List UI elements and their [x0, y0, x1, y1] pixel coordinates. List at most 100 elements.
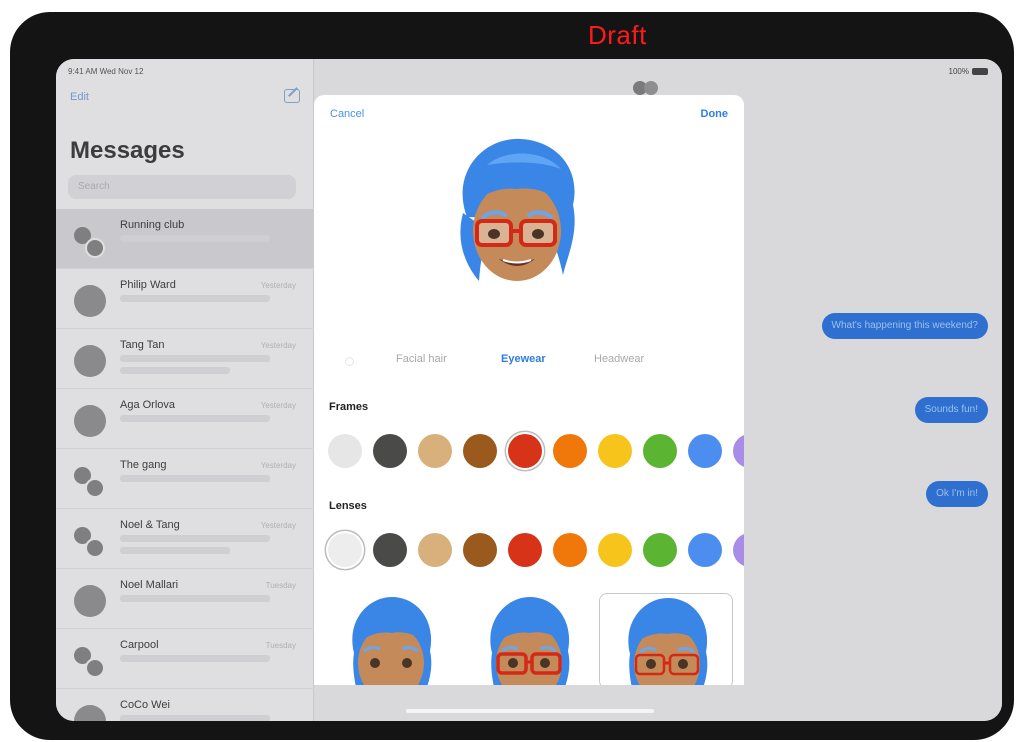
group-avatar [74, 525, 106, 558]
lens-color-swatch[interactable] [733, 533, 744, 567]
memoji-thumbnail [628, 598, 708, 685]
conversation-list-item[interactable]: Carpool Tuesday [56, 629, 314, 689]
conversation-preview [120, 655, 270, 662]
conversation-name: CoCo Wei [120, 699, 170, 711]
conversation-name: Philip Ward [120, 279, 176, 291]
draft-watermark: Draft [588, 20, 647, 50]
lens-color-swatch[interactable] [643, 533, 677, 567]
lens-color-swatch[interactable] [508, 533, 542, 567]
done-button[interactable]: Done [701, 108, 729, 120]
memoji-preview-large [460, 138, 575, 281]
cancel-button[interactable]: Cancel [330, 108, 364, 120]
frames-label: Frames [329, 401, 369, 413]
conversation-preview [120, 535, 270, 554]
search-input[interactable]: Search [68, 175, 296, 199]
frame-color-swatch[interactable] [418, 434, 452, 468]
memoji-thumbnail [490, 597, 570, 685]
battery-percent: 100% [948, 67, 969, 76]
message-bubble[interactable]: Sounds fun! [914, 397, 988, 423]
conversation-name: Aga Orlova [120, 399, 176, 411]
page-title: Messages [70, 137, 185, 164]
lens-color-swatch[interactable] [418, 533, 452, 567]
tab-eyewear[interactable]: Eyewear [501, 353, 546, 365]
frame-color-swatch[interactable] [598, 434, 632, 468]
conversation-preview [120, 415, 270, 422]
lens-color-swatch[interactable] [463, 533, 497, 567]
frame-color-swatch[interactable] [328, 434, 362, 468]
memoji-editor-sheet: Cancel Done Facial hair Eyewear Headwear… [314, 95, 744, 685]
conversation-list-item[interactable]: Running club [56, 209, 314, 269]
lens-color-swatch[interactable] [598, 533, 632, 567]
conversation-preview [120, 355, 270, 374]
conversation-preview [120, 295, 270, 302]
group-avatar [74, 645, 106, 678]
eyewear-style-option[interactable] [324, 593, 458, 685]
conversation-list-item[interactable]: Noel Mallari Tuesday [56, 569, 314, 629]
category-tabs: Facial hair Eyewear Headwear [314, 353, 744, 375]
frame-color-swatch[interactable] [508, 434, 542, 468]
conversation-list-item[interactable]: CoCo Wei [56, 689, 314, 721]
conversation-time: Yesterday [260, 521, 296, 530]
conversation-name: The gang [120, 459, 167, 471]
conversation-list-item[interactable]: Aga Orlova Yesterday [56, 389, 314, 449]
message-bubble[interactable]: What's happening this weekend? [821, 313, 988, 339]
lens-color-swatch[interactable] [688, 533, 722, 567]
lens-color-swatch[interactable] [373, 533, 407, 567]
group-avatar [74, 225, 106, 258]
avatar [74, 345, 106, 377]
conversation-list-item[interactable]: Philip Ward Yesterday [56, 269, 314, 329]
avatar [74, 585, 106, 617]
avatar [74, 405, 106, 437]
conversation-list-item[interactable]: Tang Tan Yesterday [56, 329, 314, 389]
frame-color-swatch[interactable] [643, 434, 677, 468]
conversation-time: Yesterday [260, 461, 296, 470]
eyewear-style-option[interactable] [599, 593, 733, 685]
frame-color-swatch[interactable] [688, 434, 722, 468]
messages-sidebar: 9:41 AM Wed Nov 12 Edit Messages Search … [56, 59, 314, 721]
conversation-name: Carpool [120, 639, 159, 651]
tab-facial-hair[interactable]: Facial hair [396, 353, 447, 365]
conversation-name: Noel & Tang [120, 519, 180, 531]
battery-icon [972, 68, 988, 76]
avatar [74, 705, 106, 721]
conversation-preview [120, 235, 270, 242]
conversation-list-item[interactable]: Noel & Tang Yesterday [56, 509, 314, 569]
lens-color-swatch[interactable] [328, 533, 362, 567]
frames-color-picker [328, 434, 744, 470]
conversation-list: Running club Philip Ward Yesterday Tang Tan… [56, 209, 314, 721]
compose-icon[interactable] [284, 89, 300, 103]
avatar [74, 285, 106, 317]
conversation-time: Yesterday [260, 401, 296, 410]
conversation-list-item[interactable]: The gang Yesterday [56, 449, 314, 509]
conversation-time: Yesterday [260, 281, 296, 290]
conversation-name: Running club [120, 219, 185, 231]
memoji-thumbnail [352, 597, 432, 685]
conversation-preview [120, 475, 270, 482]
ipad-device-frame: 9:41 AM Wed Nov 12 Edit Messages Search … [10, 12, 1014, 740]
conversation-time: Tuesday [265, 641, 296, 650]
conversation-time: Yesterday [260, 341, 296, 350]
scroll-dot-icon [345, 357, 354, 366]
conversation-preview [120, 715, 270, 721]
frame-color-swatch[interactable] [373, 434, 407, 468]
message-bubble[interactable]: Ok I'm in! [926, 481, 988, 507]
frame-color-swatch[interactable] [553, 434, 587, 468]
edit-button[interactable]: Edit [70, 91, 89, 103]
group-avatar [74, 465, 106, 498]
conversation-name: Noel Mallari [120, 579, 179, 591]
lenses-color-picker [328, 533, 744, 569]
status-bar-time: 9:41 AM Wed Nov 12 [68, 67, 144, 76]
lens-color-swatch[interactable] [553, 533, 587, 567]
home-indicator[interactable] [406, 709, 654, 713]
tab-headwear[interactable]: Headwear [594, 353, 644, 365]
ipad-screen: 9:41 AM Wed Nov 12 Edit Messages Search … [56, 59, 1002, 721]
frame-color-swatch[interactable] [733, 434, 744, 468]
conversation-name: Tang Tan [120, 339, 165, 351]
conversation-time: Tuesday [265, 581, 296, 590]
lenses-label: Lenses [329, 500, 367, 512]
eyewear-style-options [314, 593, 744, 685]
status-bar-battery: 100% [949, 67, 988, 76]
eyewear-style-option[interactable] [462, 593, 596, 685]
conversation-preview [120, 595, 270, 602]
frame-color-swatch[interactable] [463, 434, 497, 468]
